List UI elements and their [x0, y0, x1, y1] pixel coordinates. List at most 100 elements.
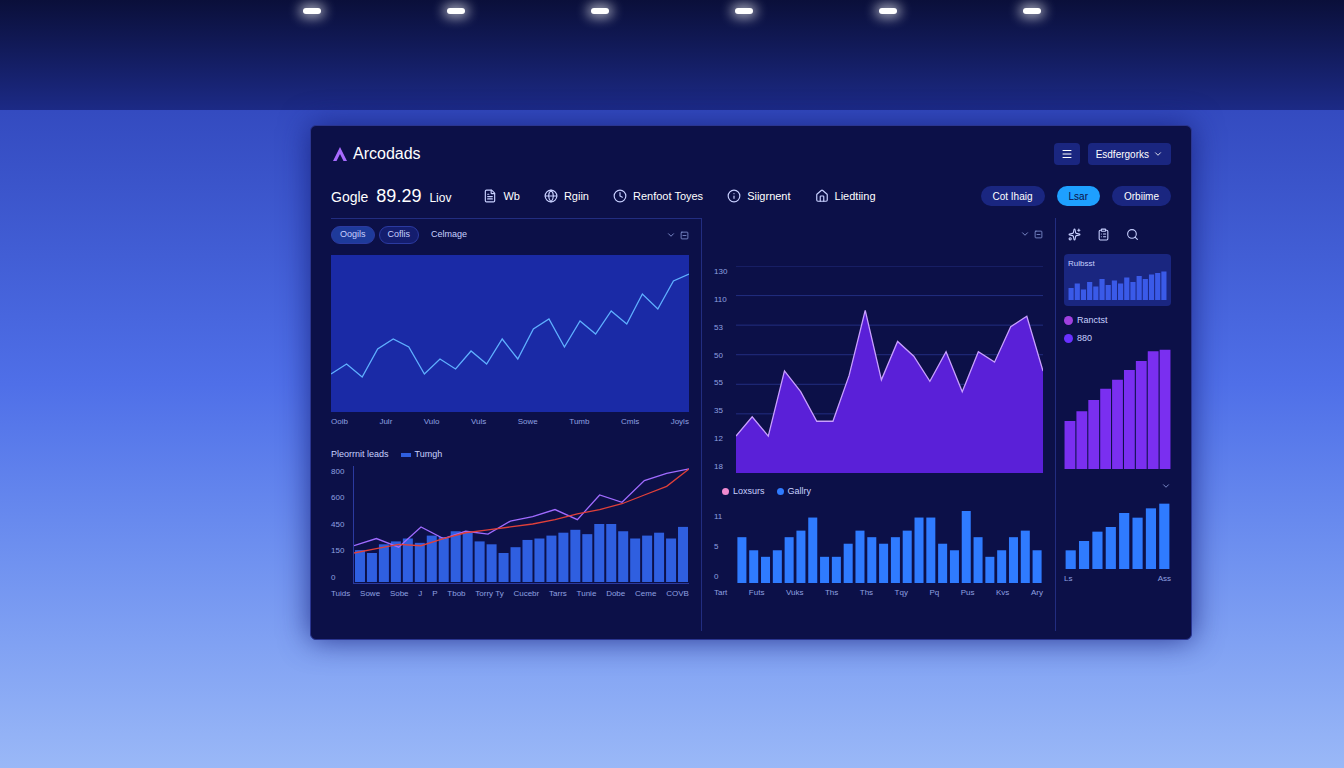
axis-label: Tunie [577, 588, 597, 600]
purple-bars-svg [1064, 349, 1171, 469]
bar [985, 556, 994, 582]
tab[interactable]: Oogils [331, 226, 375, 244]
axis-label: Vuks [786, 587, 804, 599]
logo[interactable]: Arcodads [331, 142, 421, 166]
leads-bar [463, 532, 473, 581]
nav-icon [815, 189, 829, 203]
area-fill [736, 310, 1043, 473]
nav-item[interactable]: Liedtiing [815, 188, 876, 205]
axis-tick: 53 [714, 322, 732, 334]
nav-item[interactable]: Wb [483, 188, 520, 205]
nav-icon [727, 189, 741, 203]
menu-icon [1061, 148, 1073, 160]
ceiling-light [879, 8, 897, 14]
axis-label: Ls [1064, 573, 1072, 585]
axis-label: Pus [961, 587, 975, 599]
axis-tick: 0 [331, 572, 349, 584]
toolbar-button[interactable]: Cot Ihaig [981, 186, 1045, 206]
leads-bar [666, 538, 676, 582]
bar [891, 537, 900, 583]
legend-item: Tumgh [401, 448, 443, 462]
axis-label: Tarrs [549, 588, 567, 600]
clipboard-icon[interactable] [1097, 228, 1110, 241]
axis-label: Tumb [569, 416, 589, 428]
axis-label: Vulo [424, 416, 440, 428]
bar [749, 550, 758, 583]
bar-svg [736, 511, 1043, 583]
axis-label: Sowe [518, 416, 538, 428]
axis-label: Cmls [621, 416, 639, 428]
blue-bar-chart [1064, 499, 1171, 569]
search-icon[interactable] [1126, 228, 1139, 241]
nav-item[interactable]: Siigrnent [727, 188, 790, 205]
mini-bar [1149, 275, 1154, 301]
axis-label: Torry Ty [475, 588, 503, 600]
tab-actions [666, 230, 689, 240]
bar [974, 537, 983, 583]
chevron-down-icon[interactable] [666, 230, 676, 240]
leads-bar [630, 538, 640, 582]
category-dropdown[interactable]: Esdfergorks [1088, 143, 1171, 165]
axis-label: P [432, 588, 437, 600]
purple-bar-chart [1064, 349, 1171, 469]
trend-chart [331, 255, 689, 412]
mini-bar [1093, 287, 1098, 301]
legend-swatch [401, 453, 411, 457]
logo-icon [331, 145, 349, 163]
leads-bar [355, 550, 365, 582]
right-panel: RulbsstRanctst880LsAss [1056, 218, 1171, 631]
chevron-down-icon[interactable] [1161, 481, 1171, 491]
grid-line [736, 295, 1043, 296]
leads-y-axis: 8006004501500 [331, 466, 353, 584]
ceiling-light [447, 8, 465, 14]
collapse-icon[interactable] [680, 231, 689, 240]
right-icons [1064, 222, 1171, 246]
bar [950, 550, 959, 583]
sparkle-icon[interactable] [1068, 228, 1081, 241]
bar [785, 537, 794, 583]
bar [844, 543, 853, 582]
right-actions [1064, 481, 1171, 491]
toolbar: Gogle89.29LiovWbRgiinRenfoot ToyesSiigrn… [331, 174, 1171, 218]
menu-button[interactable] [1054, 143, 1080, 165]
axis-label: Pq [929, 587, 939, 599]
bar [796, 530, 805, 582]
nav-icon [483, 189, 497, 203]
axis-label: Ths [825, 587, 838, 599]
area-line [736, 310, 1043, 436]
leads-bar [606, 524, 616, 582]
chevron-down-icon[interactable] [1020, 229, 1030, 239]
tab[interactable]: Coflis [379, 226, 420, 244]
nav-item[interactable]: Renfoot Toyes [613, 188, 703, 205]
axis-label: Cucebr [513, 588, 539, 600]
mini-bar [1075, 284, 1080, 301]
axis-label: Ceme [635, 588, 656, 600]
mini-bar [1124, 278, 1129, 301]
right-legend: Ranctst880 [1064, 314, 1171, 345]
axis-tick: 0 [714, 571, 732, 583]
collapse-icon[interactable] [1034, 230, 1043, 239]
axis-label: Ary [1031, 587, 1043, 599]
axis-tick: 130 [714, 266, 732, 278]
axis-tick: 800 [331, 466, 349, 478]
blue-bars-svg [1064, 499, 1171, 569]
nav-item[interactable]: Rgiin [544, 188, 589, 205]
area-plot [736, 266, 1043, 473]
scene: ArcodadsEsdfergorksGogle89.29LiovWbRgiin… [0, 0, 1344, 768]
ceiling-light [735, 8, 753, 14]
leads-bar [499, 553, 509, 582]
purple-bar [1136, 361, 1147, 469]
mini-card: Rulbsst [1064, 254, 1171, 306]
leads-header: Pleorrnit leadsTumgh [331, 448, 689, 462]
area-y-axis: 130110535055351218 [714, 266, 736, 473]
axis-label: Ooib [331, 416, 348, 428]
leads-x-axis: TuidsSoweSobeJPTbobTorry TyCucebrTarrsTu… [331, 588, 689, 600]
toolbar-button[interactable]: Lsar [1057, 186, 1100, 206]
purple-bar [1088, 400, 1099, 469]
axis-label: Sowe [360, 588, 380, 600]
axis-label: Joyls [671, 416, 689, 428]
blue-bar [1106, 527, 1116, 569]
tab[interactable]: Celmage [423, 226, 475, 244]
toolbar-button[interactable]: Orbiime [1112, 186, 1171, 206]
axis-label: Tuids [331, 588, 350, 600]
